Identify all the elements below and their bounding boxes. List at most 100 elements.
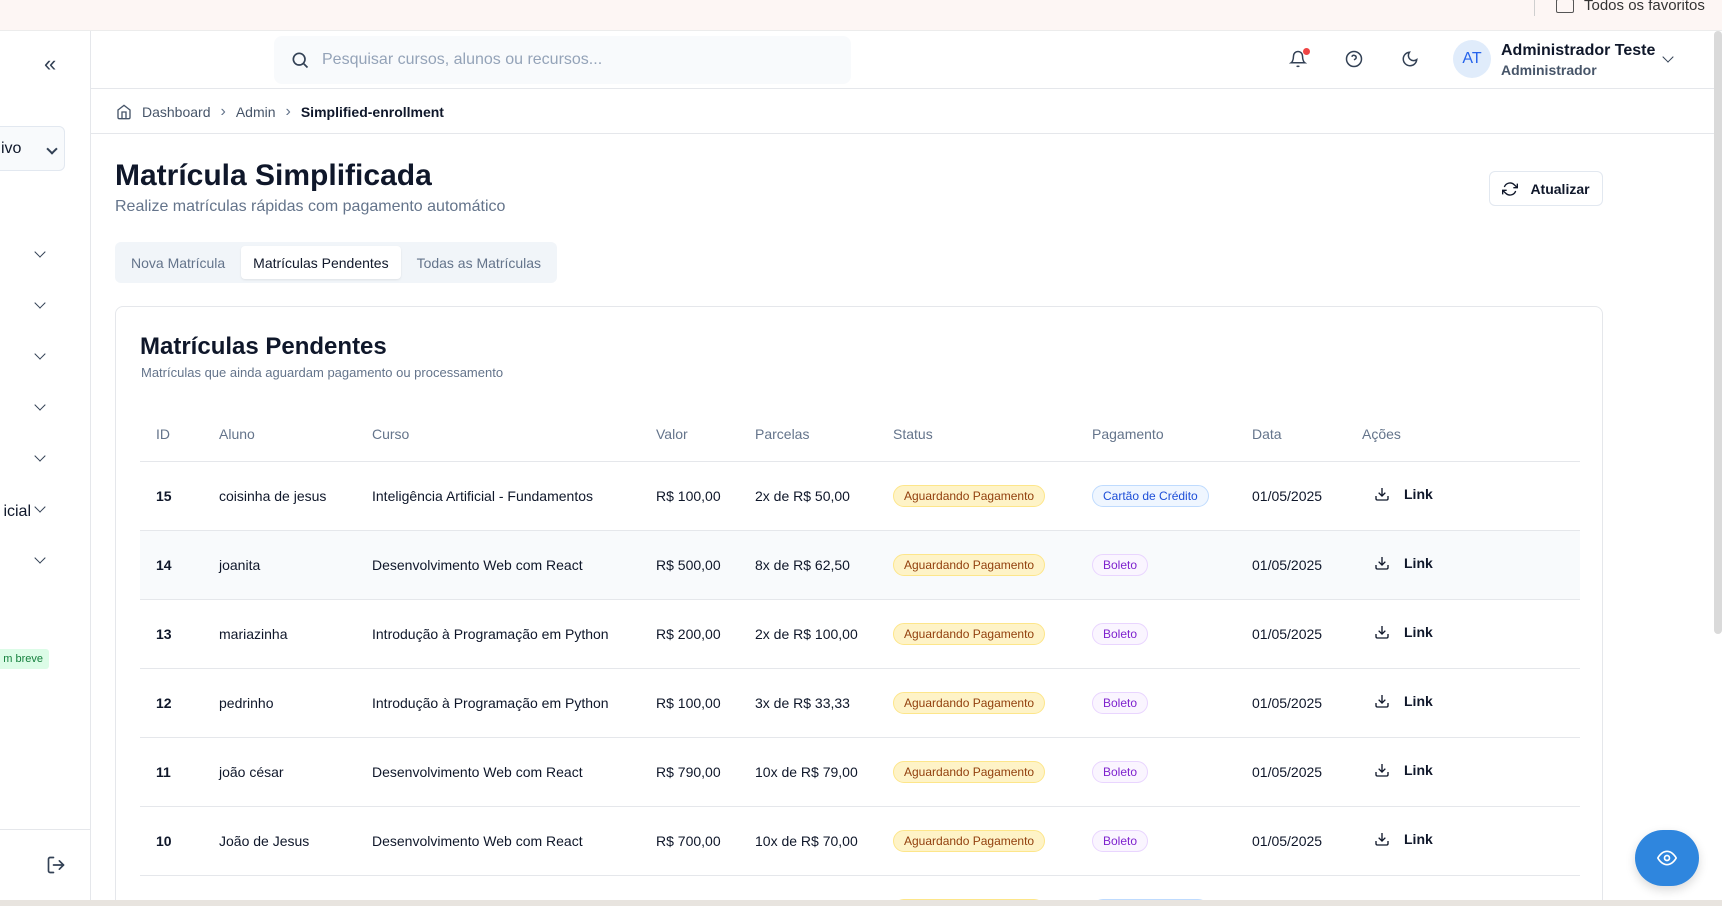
sidebar-item-label: icial (3, 503, 31, 520)
user-name[interactable]: Administrador Teste (1501, 42, 1655, 60)
sidebar-item-3[interactable] (0, 338, 90, 378)
cell-payment: Boleto (1076, 530, 1236, 600)
chevron-down-icon[interactable] (1662, 51, 1674, 63)
payment-link-button[interactable]: Link (1362, 624, 1433, 640)
tab-pending-enrollments[interactable]: Matrículas Pendentes (241, 246, 401, 279)
cell-date: 01/05/2025 (1236, 530, 1346, 600)
chevron-right-icon: › (285, 103, 291, 120)
refresh-icon (1502, 181, 1519, 196)
payment-badge: Cartão de Crédito (1092, 484, 1209, 507)
cell-amount: R$ 100,00 (640, 668, 739, 738)
payment-link-button[interactable]: Link (1362, 555, 1433, 571)
chevron-down-icon (34, 348, 46, 360)
tab-new-enrollment[interactable]: Nova Matrícula (119, 246, 237, 279)
cell-status: Aguardando Pagamento (877, 806, 1076, 876)
cell-id: 11 (140, 737, 203, 807)
accessibility-fab[interactable] (1635, 830, 1699, 886)
sidebar-item-1[interactable] (0, 236, 90, 276)
collapse-sidebar-icon[interactable]: « (44, 53, 56, 75)
column-header: Curso (356, 407, 640, 462)
chevron-down-icon (34, 552, 46, 564)
bookmarks-separator (1534, 0, 1535, 16)
breadcrumb-item-admin[interactable]: Admin (236, 104, 276, 120)
search-bar[interactable] (274, 36, 851, 84)
chevron-down-icon (34, 450, 46, 462)
role-select[interactable]: ivo (0, 126, 65, 171)
payment-link-button[interactable]: Link (1362, 486, 1433, 502)
payment-link-button[interactable]: Link (1362, 693, 1433, 709)
eye-icon (1657, 850, 1677, 866)
scrollbar[interactable] (1714, 31, 1722, 634)
sidebar-divider (0, 829, 90, 830)
cell-student: João de Jesus (203, 806, 356, 876)
cell-student: joão césar (203, 737, 356, 807)
logout-icon[interactable] (46, 855, 66, 875)
refresh-button[interactable]: Atualizar (1489, 171, 1603, 206)
all-favorites-folder[interactable]: Todos os favoritos (1556, 0, 1705, 14)
payment-link-button[interactable]: Link (1362, 831, 1433, 847)
cell-amount: R$ 100,00 (640, 461, 739, 531)
table-header-row: ID Aluno Curso Valor Parcelas Status Pag… (140, 407, 1580, 462)
sidebar-item-4[interactable] (0, 389, 90, 429)
chevron-right-icon: › (220, 103, 226, 120)
cell-installments: 8x de R$ 62,50 (739, 530, 877, 600)
home-icon[interactable] (116, 104, 132, 120)
cell-course: Introdução à Programação em Python (356, 599, 640, 669)
cell-course: Desenvolvimento Web com React (356, 530, 640, 600)
notifications-button[interactable] (1288, 48, 1310, 70)
cell-status: Aguardando Pagamento (877, 530, 1076, 600)
status-badge: Aguardando Pagamento (893, 622, 1046, 645)
download-icon (1375, 626, 1389, 639)
status-badge: Aguardando Pagamento (893, 484, 1046, 507)
chevron-down-icon (34, 501, 46, 513)
breadcrumb-item-dashboard[interactable]: Dashboard (142, 104, 211, 120)
sidebar-item-5[interactable] (0, 440, 90, 480)
breadcrumb-divider (91, 133, 1722, 134)
cell-student: pedrinho (203, 668, 356, 738)
breadcrumb-item-current: Simplified-enrollment (300, 104, 444, 120)
folder-icon (1556, 0, 1574, 13)
payment-badge: Boleto (1092, 691, 1149, 714)
table-row: 14 joanita Desenvolvimento Web com React R$… (140, 530, 1580, 600)
table-row: 12 pedrinho Introdução à Programação em Py… (140, 668, 1580, 738)
link-label: Link (1404, 486, 1433, 502)
table-row: 15 coisinha de jesus Inteligência Artifici… (140, 461, 1580, 531)
chevron-down-icon (34, 246, 46, 258)
chevron-down-icon (46, 142, 58, 155)
avatar[interactable]: AT (1453, 40, 1491, 78)
theme-toggle-button[interactable] (1401, 50, 1421, 70)
sidebar-item-7[interactable] (0, 542, 90, 582)
cell-actions: Link (1346, 806, 1580, 876)
column-header: Parcelas (739, 407, 877, 462)
cell-payment: Boleto (1076, 668, 1236, 738)
link-label: Link (1404, 693, 1433, 709)
tab-list: Nova Matrícula Matrículas Pendentes Toda… (115, 242, 558, 283)
cell-actions: Link (1346, 530, 1580, 600)
column-header: Aluno (203, 407, 356, 462)
column-header: Status (877, 407, 1076, 462)
cell-installments: 10x de R$ 79,00 (739, 737, 877, 807)
cell-id: 13 (140, 599, 203, 669)
cell-course: Desenvolvimento Web com React (356, 737, 640, 807)
moon-icon (1402, 51, 1418, 67)
card-title: Matrículas Pendentes (140, 333, 387, 360)
sidebar-item-2[interactable] (0, 287, 90, 327)
all-favorites-label: Todos os favoritos (1584, 0, 1705, 14)
tab-all-enrollments[interactable]: Todas as Matrículas (405, 246, 554, 279)
cell-course: Inteligência Artificial - Fundamentos (356, 461, 640, 531)
cell-id: 12 (140, 668, 203, 738)
notification-dot (1303, 48, 1310, 55)
cell-date: 01/05/2025 (1236, 461, 1346, 531)
download-icon (1375, 764, 1389, 777)
chevron-down-icon (34, 399, 46, 411)
status-badge: Aguardando Pagamento (893, 553, 1046, 576)
sidebar-item-6[interactable]: icial (0, 491, 90, 531)
cell-actions: Link (1346, 461, 1580, 531)
payment-link-button[interactable]: Link (1362, 762, 1433, 778)
column-header: Pagamento (1076, 407, 1236, 462)
refresh-label: Atualizar (1530, 180, 1590, 197)
user-role: Administrador (1501, 62, 1597, 78)
help-button[interactable] (1345, 50, 1365, 70)
cell-student: joanita (203, 530, 356, 600)
search-input[interactable] (322, 51, 822, 69)
